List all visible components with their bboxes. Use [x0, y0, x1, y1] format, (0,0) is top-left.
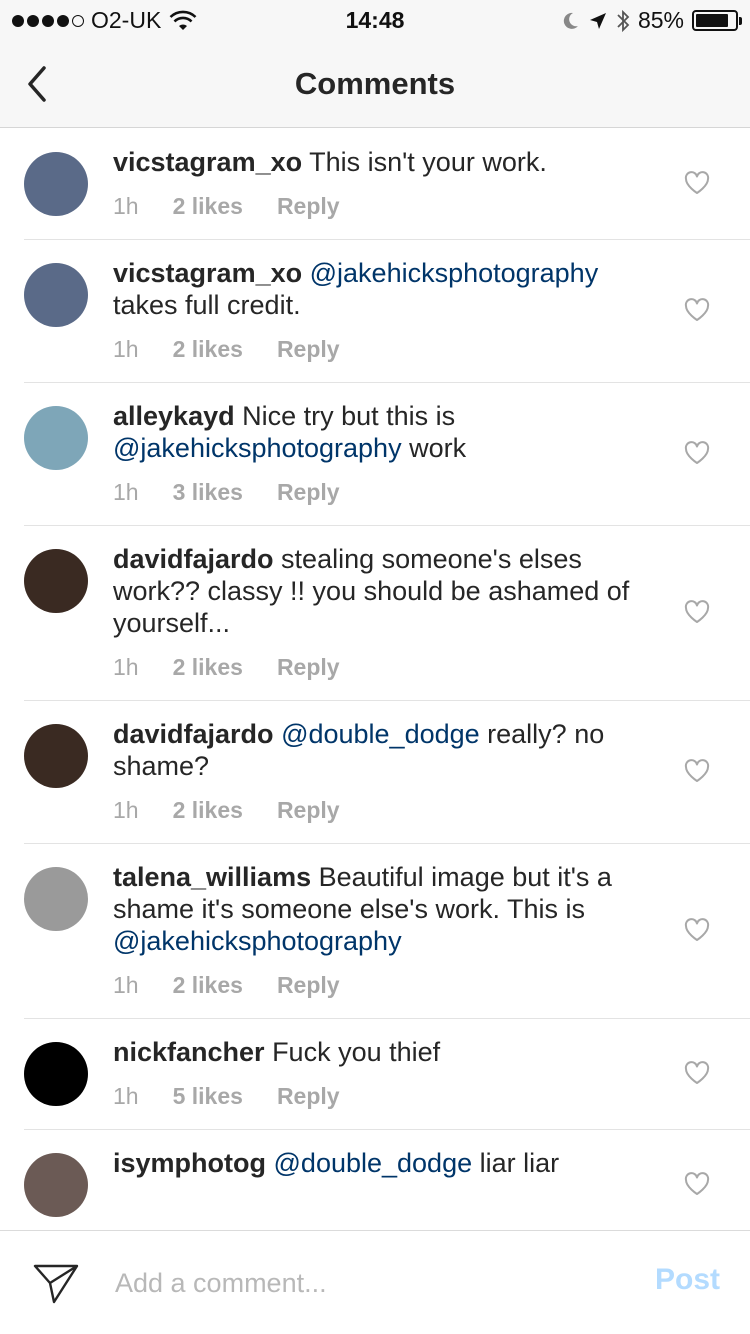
avatar[interactable]	[24, 867, 88, 931]
comment-text: isymphotog @double_dodge liar liar	[113, 1147, 643, 1179]
comment-username[interactable]: isymphotog	[113, 1148, 266, 1178]
heart-icon[interactable]	[684, 759, 710, 783]
comment-body: takes full credit.	[113, 290, 301, 320]
comment-meta: 1h 2 likes Reply	[113, 652, 750, 682]
comment-likes[interactable]: 2 likes	[173, 654, 243, 681]
battery-percent: 85%	[637, 7, 684, 33]
comment-text: vicstagram_xo @jakehicksphotography take…	[113, 257, 643, 321]
comment-text: vicstagram_xo This isn't your work.	[113, 146, 643, 178]
comment-row[interactable]: nickfancher Fuck you thief 1h 5 likes Reply	[24, 1019, 750, 1130]
comment-text: alleykayd Nice try but this is @jakehick…	[113, 400, 643, 464]
comment-meta	[113, 1192, 750, 1222]
comment-time: 1h	[113, 478, 139, 505]
comment-time: 1h	[113, 335, 139, 362]
status-bar: O2-UK 14:48 85%	[0, 0, 750, 40]
comment-likes[interactable]: 2 likes	[173, 193, 243, 220]
comment-meta: 1h 2 likes Reply	[113, 191, 750, 221]
moon-icon	[563, 12, 578, 29]
comment-time: 1h	[113, 971, 139, 998]
comment-meta: 1h 2 likes Reply	[113, 970, 750, 1000]
comment-body: work	[401, 433, 467, 463]
comment-row[interactable]: alleykayd Nice try but this is @jakehick…	[24, 383, 750, 526]
reply-button[interactable]: Reply	[277, 972, 340, 999]
reply-button[interactable]: Reply	[277, 193, 340, 220]
avatar[interactable]	[24, 263, 88, 327]
reply-button[interactable]: Reply	[277, 797, 340, 824]
comment-likes[interactable]: 5 likes	[173, 1083, 243, 1110]
mention-link[interactable]: @double_dodge	[281, 719, 480, 749]
avatar[interactable]	[24, 406, 88, 470]
comment-meta: 1h 3 likes Reply	[113, 477, 750, 507]
comment-body: liar liar	[472, 1148, 560, 1178]
heart-icon[interactable]	[684, 1061, 710, 1085]
status-right: 85%	[560, 7, 742, 34]
reply-button[interactable]: Reply	[277, 654, 340, 681]
comment-username[interactable]: alleykayd	[113, 401, 235, 431]
comment-row[interactable]: davidfajardo stealing someone's elses wo…	[24, 526, 750, 701]
comment-time: 1h	[113, 192, 139, 219]
nav-bar: Comments	[0, 40, 750, 128]
heart-icon[interactable]	[684, 918, 710, 942]
comment-username[interactable]: vicstagram_xo	[113, 258, 302, 288]
heart-icon[interactable]	[684, 441, 710, 465]
comment-time: 1h	[113, 653, 139, 680]
comment-time: 1h	[113, 796, 139, 823]
comment-meta: 1h 2 likes Reply	[113, 334, 750, 364]
comment-text: davidfajardo @double_dodge really? no sh…	[113, 718, 643, 782]
avatar[interactable]	[24, 549, 88, 613]
location-arrow-icon	[589, 12, 606, 29]
avatar[interactable]	[24, 1153, 88, 1217]
page-title: Comments	[294, 66, 456, 101]
comment-likes[interactable]: 2 likes	[173, 972, 243, 999]
heart-icon[interactable]	[684, 298, 710, 322]
mention-link[interactable]: @jakehicksphotography	[113, 433, 402, 463]
comment-body	[274, 719, 282, 749]
post-button[interactable]: Post	[655, 1263, 720, 1297]
comment-input-bar: Post	[0, 1230, 750, 1334]
comment-time: 1h	[113, 1082, 139, 1109]
heart-icon[interactable]	[684, 1172, 710, 1196]
mention-link[interactable]: @jakehicksphotography	[113, 926, 402, 956]
reply-button[interactable]: Reply	[277, 1083, 340, 1110]
comment-meta: 1h 5 likes Reply	[113, 1081, 750, 1111]
avatar[interactable]	[24, 1042, 88, 1106]
reply-button[interactable]: Reply	[277, 336, 340, 363]
reply-button[interactable]: Reply	[277, 479, 340, 506]
mention-link[interactable]: @double_dodge	[274, 1148, 473, 1178]
comment-input[interactable]	[115, 1261, 615, 1305]
comment-body: Nice try but this is	[234, 401, 456, 431]
heart-icon[interactable]	[684, 600, 710, 624]
mention-link[interactable]: @jakehicksphotography	[310, 258, 599, 288]
comment-body	[302, 258, 310, 288]
comment-username[interactable]: nickfancher	[113, 1037, 265, 1067]
comments-list[interactable]: vicstagram_xo This isn't your work. 1h 2 l…	[0, 129, 750, 1230]
comment-username[interactable]: davidfajardo	[113, 719, 274, 749]
bluetooth-icon	[617, 9, 630, 32]
avatar[interactable]	[24, 152, 88, 216]
comment-username[interactable]: vicstagram_xo	[113, 147, 302, 177]
comment-text: davidfajardo stealing someone's elses wo…	[113, 543, 643, 639]
comment-username[interactable]: talena_williams	[113, 862, 311, 892]
comment-username[interactable]: davidfajardo	[113, 544, 274, 574]
comment-text: talena_williams Beautiful image but it's…	[113, 861, 643, 957]
heart-icon[interactable]	[684, 171, 710, 195]
comment-text: nickfancher Fuck you thief	[113, 1036, 643, 1068]
comment-row[interactable]: isymphotog @double_dodge liar liar	[24, 1130, 750, 1230]
avatar[interactable]	[24, 724, 88, 788]
comment-row[interactable]: davidfajardo @double_dodge really? no sh…	[24, 701, 750, 844]
comment-row[interactable]: talena_williams Beautiful image but it's…	[24, 844, 750, 1019]
comment-meta: 1h 2 likes Reply	[113, 795, 750, 825]
comment-body	[266, 1148, 274, 1178]
comment-body: Fuck you thief	[264, 1037, 441, 1067]
battery-icon	[692, 10, 742, 31]
paper-plane-icon[interactable]	[32, 1261, 80, 1305]
comment-likes[interactable]: 2 likes	[173, 797, 243, 824]
comment-row[interactable]: vicstagram_xo This isn't your work. 1h 2 l…	[24, 129, 750, 240]
comment-likes[interactable]: 3 likes	[173, 479, 243, 506]
comment-row[interactable]: vicstagram_xo @jakehicksphotography take…	[24, 240, 750, 383]
comment-likes[interactable]: 2 likes	[173, 336, 243, 363]
comment-body: This isn't your work.	[302, 147, 547, 177]
